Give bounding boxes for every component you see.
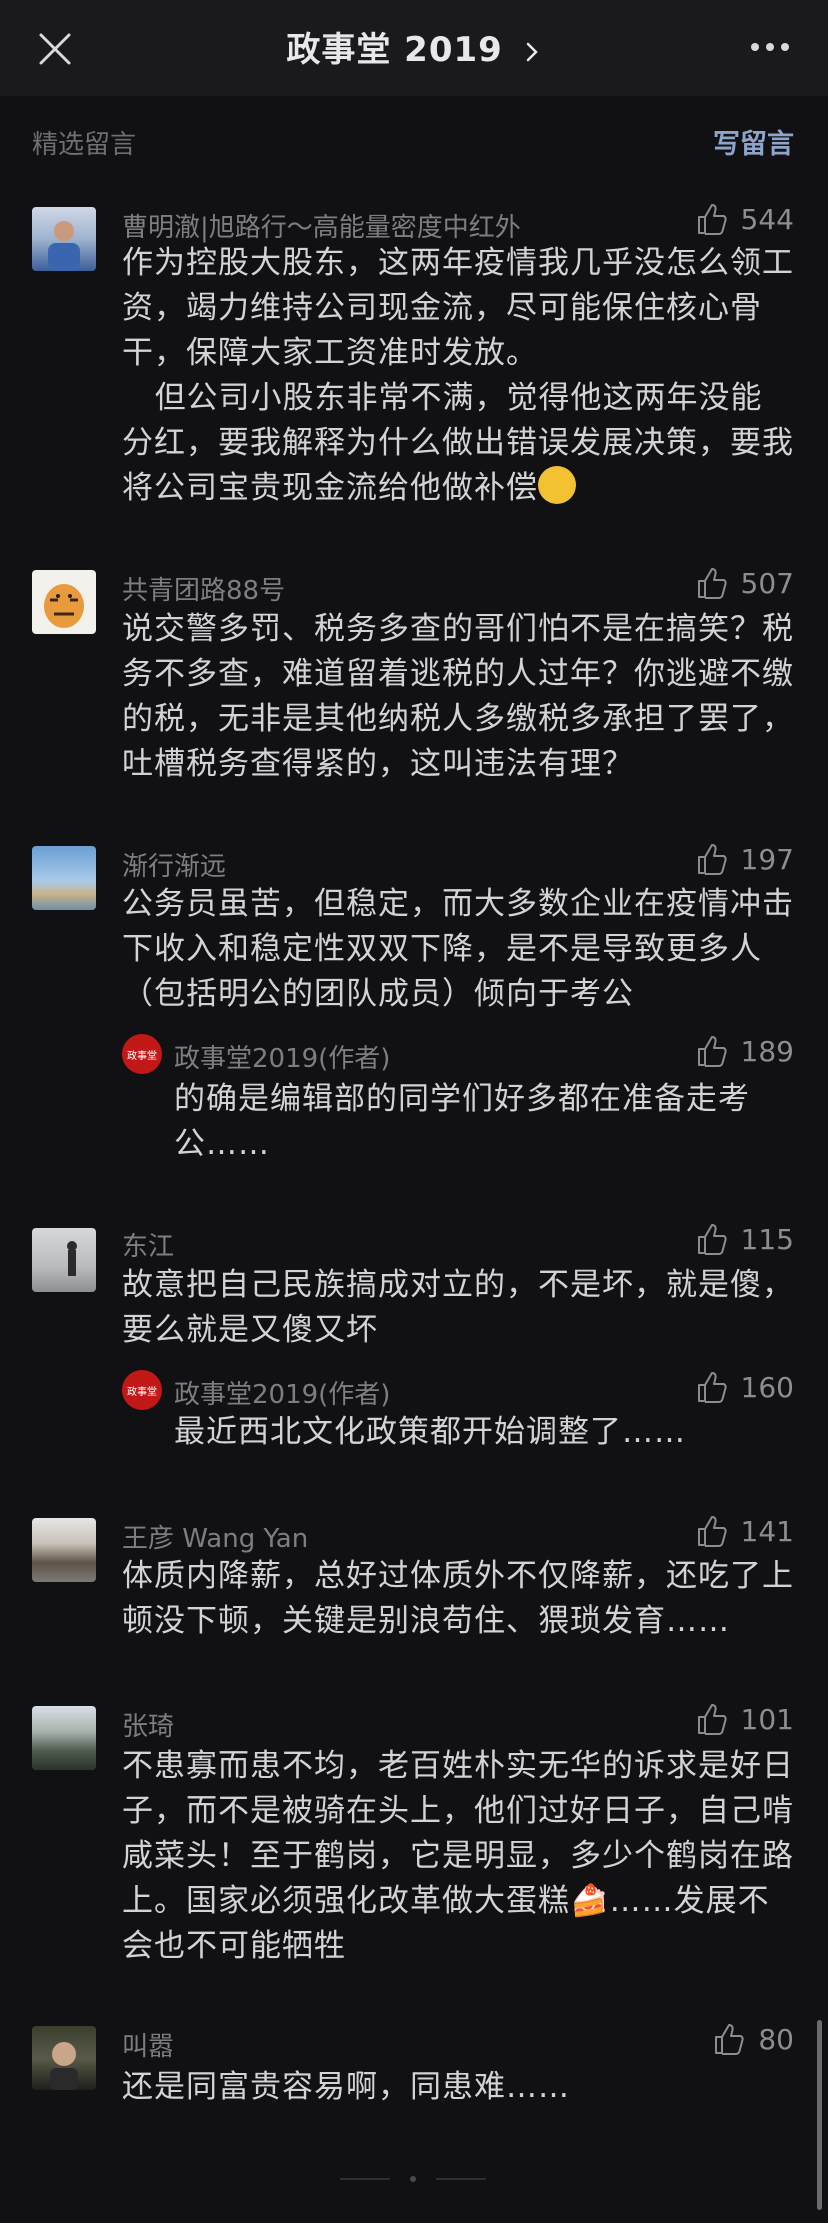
comment-text: 还是同富贵容易啊，同患难…… [122, 2069, 570, 2105]
commenter-name[interactable]: 东江 [122, 1226, 174, 1263]
avatar[interactable] [32, 1518, 96, 1582]
like-button[interactable]: 80 [712, 2022, 794, 2056]
like-button[interactable]: 160 [695, 1370, 794, 1404]
commenter-name[interactable]: 叫嚣 [122, 2026, 174, 2063]
thumbs-up-icon [715, 2024, 744, 2055]
like-button[interactable]: 197 [695, 842, 794, 876]
comment-text: 体质内降薪，总好过体质外不仅降薪，还吃了上顿没下顿，关键是别浪苟住、猥琐发育…… [122, 1558, 794, 1639]
commenter-name[interactable]: 共青团路88号 [122, 570, 285, 607]
like-count: 101 [740, 1702, 794, 1736]
like-count: 141 [740, 1514, 794, 1548]
author-avatar[interactable]: 政事堂 [122, 1370, 162, 1410]
like-count: 80 [758, 2022, 794, 2056]
like-count: 197 [740, 842, 794, 876]
comment-text: 不患寡而患不均，老百姓朴实无华的诉求是好日子，而不是被骑在头上，他们过好日子，自… [122, 1748, 794, 1964]
like-count: 507 [740, 566, 794, 600]
author-name[interactable]: 政事堂2019(作者) [174, 1374, 390, 1411]
like-button[interactable]: 507 [695, 566, 794, 600]
author-avatar-logo: 政事堂 [127, 1386, 157, 1398]
reply-text: 的确是编辑部的同学们好多都在准备走考公…… [174, 1081, 750, 1162]
author-avatar[interactable]: 政事堂 [122, 1034, 162, 1074]
like-count: 544 [740, 202, 794, 236]
page-title-text: 政事堂 2019 [286, 30, 503, 70]
author-name[interactable]: 政事堂2019(作者) [174, 1038, 390, 1075]
avatar[interactable] [32, 1228, 96, 1292]
like-button[interactable]: 115 [695, 1222, 794, 1256]
avatar[interactable] [32, 846, 96, 910]
avatar[interactable] [32, 207, 96, 271]
write-comment-button[interactable]: 写留言 [713, 122, 794, 161]
comment-text-body: 作为控股大股东，这两年疫情我几乎没怎么领工资，竭力维持公司现金流，尽可能保住核心… [122, 245, 794, 506]
thumbs-up-icon [697, 844, 727, 875]
like-button[interactable]: 141 [695, 1514, 794, 1548]
commenter-name[interactable]: 张琦 [122, 1706, 174, 1743]
comment-text: 作为控股大股东，这两年疫情我几乎没怎么领工资，竭力维持公司现金流，尽可能保住核心… [122, 241, 794, 511]
reply-text: 最近西北文化政策都开始调整了…… [174, 1414, 686, 1450]
like-button[interactable]: 544 [695, 202, 794, 236]
chevron-right-icon [526, 42, 538, 61]
commenter-name[interactable]: 渐行渐远 [122, 846, 226, 883]
top-bar: 政事堂 2019 [0, 0, 828, 96]
avatar[interactable] [32, 2026, 96, 2090]
section-label: 精选留言 [32, 130, 137, 160]
avatar[interactable] [32, 1706, 96, 1770]
thumbs-up-icon [697, 204, 727, 235]
page-title[interactable]: 政事堂 2019 [0, 22, 828, 71]
comment-text: 故意把自己民族搞成对立的，不是坏，就是傻，要么就是又傻又坏 [122, 1267, 794, 1348]
like-button[interactable]: 101 [695, 1702, 794, 1736]
comment-text: 公务员虽苦，但稳定，而大多数企业在疫情冲击下收入和稳定性双双下降，是不是导致更多… [122, 886, 794, 1012]
comment-text: 说交警多罚、税务多查的哥们怕不是在搞笑？税务不多查，难道留着逃税的人过年？你逃避… [122, 611, 794, 782]
like-count: 189 [740, 1034, 794, 1068]
smirk-emoji-icon [538, 466, 576, 504]
commenter-name[interactable]: 曹明澈|旭路行～高能量密度中红外 [122, 207, 521, 244]
like-button[interactable]: 189 [695, 1034, 794, 1068]
thumbs-up-icon [697, 1516, 727, 1547]
thumbs-up-icon [697, 1372, 727, 1403]
author-avatar-logo: 政事堂 [127, 1050, 157, 1062]
like-count: 160 [740, 1370, 794, 1404]
more-icon[interactable] [750, 40, 790, 54]
commenter-name[interactable]: 王彦 Wang Yan [122, 1518, 308, 1555]
thumbs-up-icon [697, 1036, 727, 1067]
avatar[interactable] [32, 570, 96, 634]
thumbs-up-icon [697, 568, 727, 599]
thumbs-up-icon [697, 1224, 727, 1255]
pagination-indicator [340, 2176, 486, 2182]
like-count: 115 [740, 1222, 794, 1256]
thumbs-up-icon [697, 1704, 727, 1735]
scrollbar[interactable] [817, 2020, 822, 2210]
